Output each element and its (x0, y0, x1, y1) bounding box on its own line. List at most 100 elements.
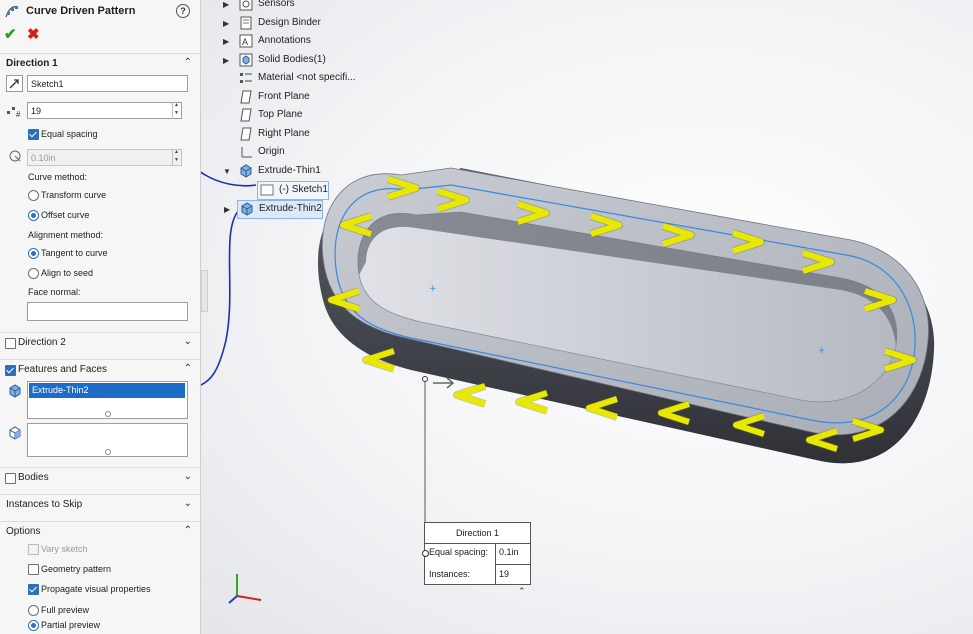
tree-label: Extrude-Thin2 (259, 203, 322, 214)
spacing-input[interactable]: 0.10in (27, 149, 182, 166)
curve-method-label: Curve method: (28, 172, 88, 182)
instances-spinner[interactable] (172, 102, 182, 119)
svg-text:#: # (16, 110, 21, 118)
resize-handle-icon[interactable] (105, 449, 111, 455)
collapse-arrow-icon[interactable]: ▼ (223, 167, 231, 176)
tree-label: Front Plane (258, 91, 310, 102)
tangent-to-curve-label: Tangent to curve (41, 248, 108, 258)
face-normal-field[interactable] (27, 302, 188, 321)
reverse-direction-icon[interactable] (6, 75, 23, 92)
options-title: Options (6, 526, 41, 537)
instances-input[interactable]: 19 (27, 102, 182, 119)
seed-point[interactable] (422, 376, 428, 382)
direction1-callout[interactable]: Direction 1 Equal spacing: 0.1in Instanc… (422, 522, 531, 585)
callout-row1-label: Equal spacing: (429, 547, 489, 557)
direction2-checkbox[interactable] (5, 338, 16, 349)
tree-label: Solid Bodies(1) (258, 54, 326, 65)
instances-skip-header[interactable]: Instances to Skip ⌄ (0, 494, 200, 515)
features-list-item[interactable]: Extrude-Thin2 (29, 383, 185, 398)
direction1-header[interactable]: Direction 1 ⌃ (0, 53, 200, 74)
expand-arrow-icon[interactable]: ▶ (223, 0, 229, 9)
features-list[interactable]: Extrude-Thin2 (27, 381, 188, 419)
full-preview-radio[interactable] (28, 605, 39, 616)
bodies-checkbox[interactable] (5, 473, 16, 484)
offset-curve-label: Offset curve (41, 210, 90, 220)
geometry-pattern-checkbox[interactable] (28, 564, 39, 575)
graphics-viewport[interactable]: + + ▶ Sensors ▶ Design Binder ▶ A Annota (201, 0, 973, 634)
equal-spacing-label: Equal spacing (41, 129, 98, 139)
tree-label: Right Plane (258, 128, 310, 139)
bodies-title: Bodies (18, 472, 49, 483)
partial-preview-radio[interactable] (28, 620, 39, 631)
annotation-icon: A (239, 34, 253, 48)
tree-label: Top Plane (258, 109, 303, 120)
expand-arrow-icon[interactable]: ▶ (224, 205, 230, 214)
features-faces-header[interactable]: Features and Faces ⌃ (0, 359, 200, 380)
ok-check-icon[interactable]: ✔ (4, 25, 17, 43)
propagate-visual-label: Propagate visual properties (41, 584, 151, 594)
solid-bodies-icon (239, 53, 253, 67)
callout-row2-value: 19 (499, 569, 510, 579)
faces-list[interactable] (27, 423, 188, 457)
pattern-chevron (516, 390, 548, 414)
callout-anchor-icon[interactable] (422, 550, 429, 557)
vary-sketch-label: Vary sketch (41, 544, 88, 554)
partial-preview-label: Partial preview (41, 620, 101, 630)
align-to-seed-radio[interactable] (28, 268, 39, 279)
vary-sketch-checkbox[interactable] (28, 544, 39, 555)
expand-arrow-icon[interactable]: ▶ (223, 19, 229, 28)
resize-handle-icon[interactable] (105, 411, 111, 417)
cancel-x-icon[interactable]: ✖ (27, 25, 40, 43)
pattern-chevron (454, 383, 486, 407)
instances-icon: # (6, 102, 24, 119)
help-icon[interactable]: ? (176, 4, 190, 18)
geometry-pattern-label: Geometry pattern (41, 564, 112, 574)
transform-curve-radio[interactable] (28, 190, 39, 201)
direction2-title: Direction 2 (18, 337, 66, 348)
curve-selection-field[interactable]: Sketch1 (27, 75, 188, 92)
callout-collapse-chevron-icon[interactable]: ⌃ (518, 586, 526, 597)
spacing-spinner[interactable] (172, 149, 182, 166)
tree-label: Design Binder (258, 17, 321, 28)
collapse-chevron-icon[interactable]: ⌃ (184, 525, 192, 536)
origin-icon (239, 145, 253, 159)
offset-curve-radio[interactable] (28, 210, 39, 221)
tree-label: Material <not specifi... (258, 72, 356, 83)
expand-arrow-icon[interactable]: ▶ (223, 37, 229, 46)
expand-chevron-icon[interactable]: ⌄ (184, 336, 192, 347)
collapse-chevron-icon[interactable]: ⌃ (184, 57, 192, 68)
feature-cube-icon (7, 383, 23, 399)
callout-row2-cell[interactable]: 19 (495, 564, 531, 584)
options-header[interactable]: Options ⌃ (0, 521, 200, 542)
alignment-method-label: Alignment method: (28, 230, 104, 240)
spacing-icon (7, 148, 25, 164)
collapse-chevron-icon[interactable]: ⌃ (184, 363, 192, 374)
extrude-icon (239, 164, 253, 178)
extrude-icon (240, 202, 254, 216)
direction-arrow-icon[interactable] (433, 377, 455, 389)
callout-row1-value: 0.1in (499, 547, 519, 557)
tree-label: Origin (258, 146, 285, 157)
tree-item-sketch1[interactable]: (-) Sketch1 (257, 181, 329, 200)
feature-tree: ▶ Sensors ▶ Design Binder ▶ A Annotation… (201, 0, 371, 220)
tree-item-extrude-thin2[interactable]: ▶ Extrude-Thin2 (224, 200, 323, 219)
plane-icon (239, 108, 253, 122)
tree-label: (-) Sketch1 (279, 184, 328, 195)
expand-arrow-icon[interactable]: ▶ (223, 56, 229, 65)
annotation-arrow-curve (201, 209, 240, 386)
pm-title: Curve Driven Pattern (26, 5, 136, 17)
full-preview-label: Full preview (41, 605, 90, 615)
sketch-icon (260, 183, 274, 197)
features-faces-checkbox[interactable] (5, 365, 16, 376)
callout-row1-cell[interactable]: 0.1in (495, 543, 531, 565)
plane-icon (239, 90, 253, 104)
direction2-header[interactable]: Direction 2 ⌄ (0, 332, 200, 353)
expand-chevron-icon[interactable]: ⌄ (184, 471, 192, 482)
curve-pattern-icon (4, 3, 20, 19)
tangent-to-curve-radio[interactable] (28, 248, 39, 259)
tree-label: Sensors (258, 0, 295, 9)
expand-chevron-icon[interactable]: ⌄ (184, 498, 192, 509)
equal-spacing-checkbox[interactable] (28, 129, 39, 140)
bodies-header[interactable]: Bodies ⌄ (0, 467, 200, 488)
propagate-visual-checkbox[interactable] (28, 584, 39, 595)
